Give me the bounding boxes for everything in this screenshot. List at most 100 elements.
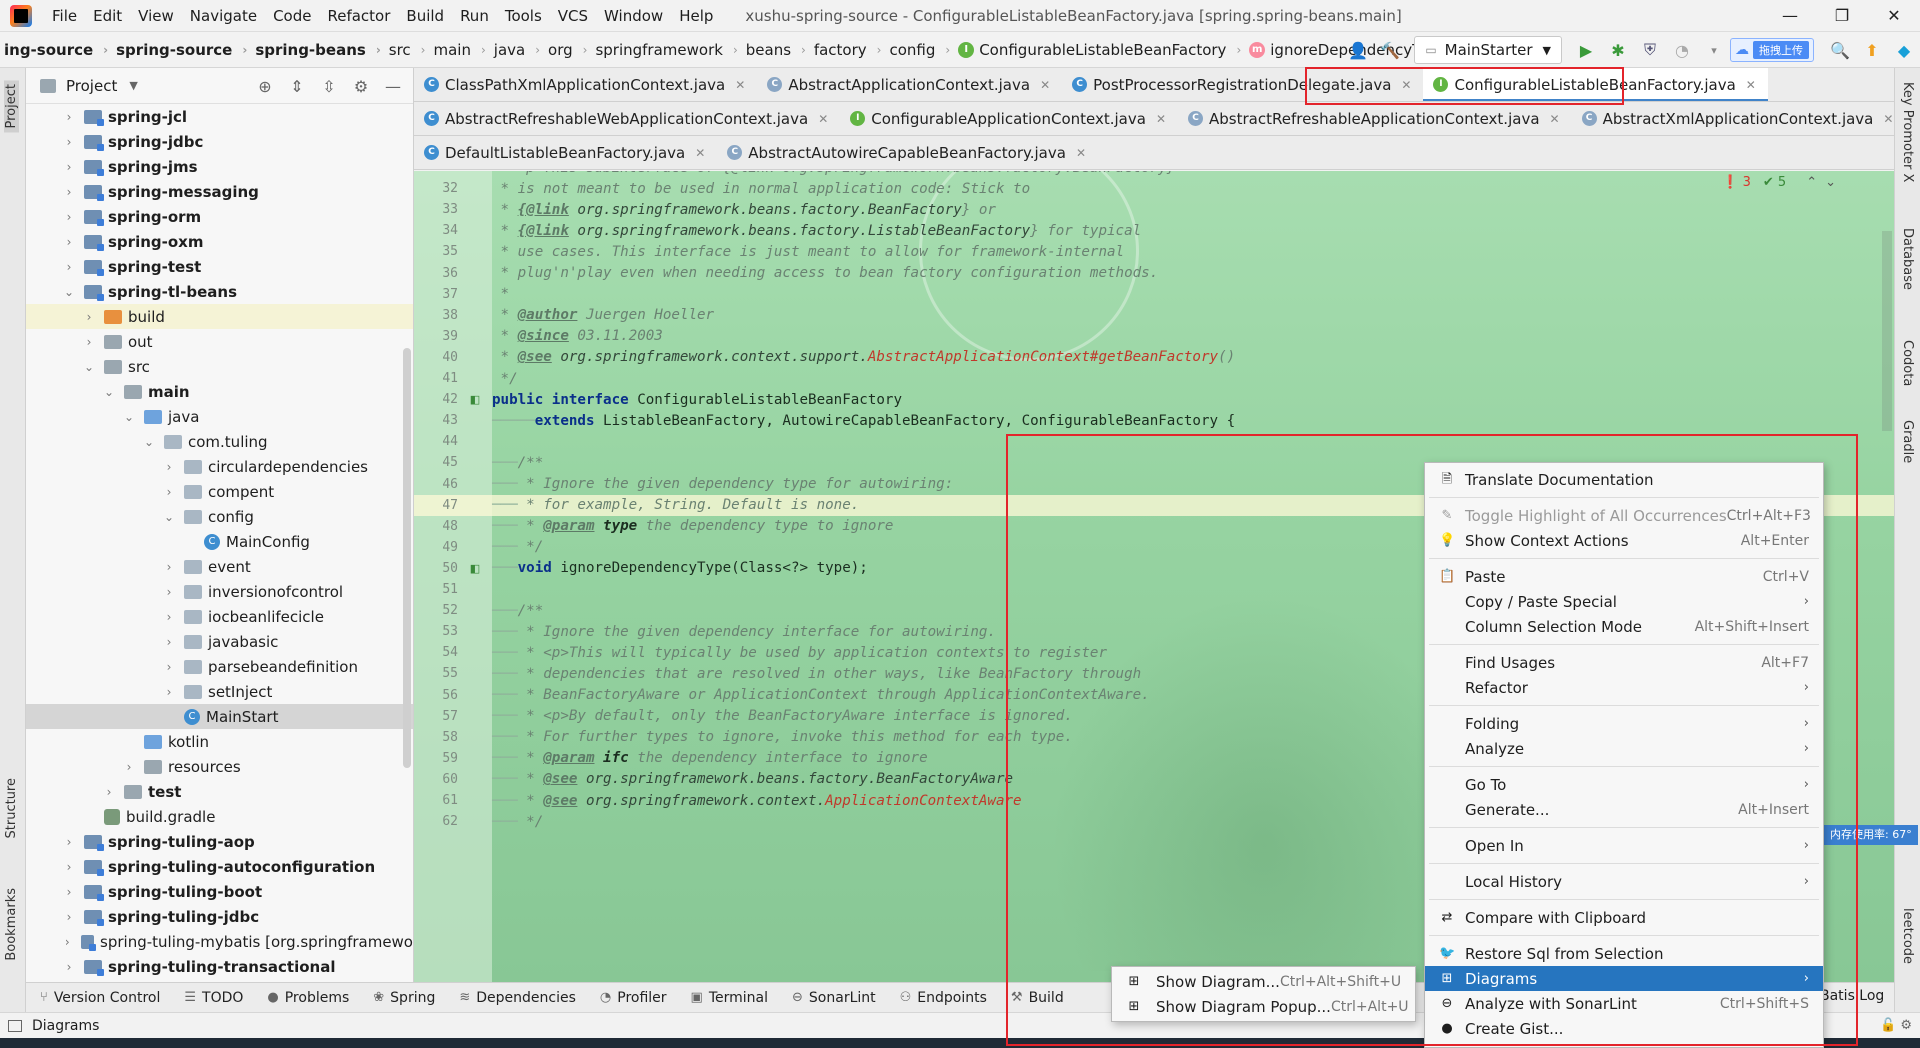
chevron-right-icon[interactable]: › <box>102 785 116 799</box>
tree-item[interactable]: › spring-tuling-aop <box>26 829 413 854</box>
breadcrumb-item[interactable]: ing-source › <box>0 41 112 59</box>
endpoints-tool-button[interactable]: ⚇ Endpoints <box>886 990 997 1006</box>
build-hammer-icon[interactable]: 🔨 <box>1376 36 1404 64</box>
chevron-right-icon[interactable]: › <box>162 660 176 674</box>
chevron-right-icon[interactable]: › <box>122 760 136 774</box>
structure-tool-button[interactable]: Structure <box>4 778 19 838</box>
close-icon[interactable]: ✕ <box>1401 78 1411 92</box>
menu-refactor[interactable]: Refactor <box>319 0 398 32</box>
menu-help[interactable]: Help <box>671 0 721 32</box>
code-line[interactable]: 39 * @since 03.11.2003 <box>414 326 1894 347</box>
menu-run[interactable]: Run <box>452 0 497 32</box>
chevron-right-icon[interactable]: › <box>82 335 96 349</box>
chevron-right-icon[interactable]: › <box>62 885 76 899</box>
tree-item[interactable]: ⌄ src <box>26 354 413 379</box>
menu-item-copy-paste-special[interactable]: Copy / Paste Special › <box>1425 589 1823 614</box>
gear-icon[interactable]: ⚙ <box>345 77 377 96</box>
tree-item[interactable]: › compent <box>26 479 413 504</box>
sonarlint-tool-button[interactable]: ⊖ SonarLint <box>778 990 886 1006</box>
tree-item[interactable]: › iocbeanlifecicle <box>26 604 413 629</box>
menu-edit[interactable]: Edit <box>85 0 130 32</box>
tree-item[interactable]: ⌄ config <box>26 504 413 529</box>
breadcrumb-item[interactable]: config › <box>885 41 954 59</box>
chevron-right-icon[interactable]: › <box>62 935 73 949</box>
breadcrumb-item[interactable]: src › <box>385 41 430 59</box>
menu-item-paste[interactable]: 📋 Paste Ctrl+V <box>1425 564 1823 589</box>
breadcrumb-item[interactable]: springframework › <box>591 41 741 59</box>
chevron-down-icon[interactable]: ⌄ <box>162 510 176 524</box>
tree-item[interactable]: › setInject <box>26 679 413 704</box>
chevron-down-icon[interactable]: ⌄ <box>82 360 96 374</box>
chevron-right-icon[interactable]: › <box>82 310 96 324</box>
tree-item[interactable]: › out <box>26 329 413 354</box>
tree-item[interactable]: ⌄ main <box>26 379 413 404</box>
chevron-right-icon[interactable]: › <box>62 910 76 924</box>
tree-item[interactable]: › spring-tuling-jdbc <box>26 904 413 929</box>
coverage-icon[interactable]: ⛨ <box>1636 36 1664 64</box>
menu-item-find-usages[interactable]: Find Usages Alt+F7 <box>1425 650 1823 675</box>
editor-tab[interactable]: C ClassPathXmlApplicationContext.java ✕ <box>414 68 757 101</box>
editor-tab[interactable]: C DefaultListableBeanFactory.java ✕ <box>414 136 717 169</box>
menu-build[interactable]: Build <box>398 0 452 32</box>
menu-item-compare-with-clipboard[interactable]: ⇄ Compare with Clipboard <box>1425 905 1823 930</box>
tree-item[interactable]: › spring-test <box>26 254 413 279</box>
code-line[interactable]: 33 * {@link org.springframework.beans.fa… <box>414 199 1894 220</box>
chevron-right-icon[interactable]: › <box>162 610 176 624</box>
close-icon[interactable]: ✕ <box>1746 78 1756 92</box>
menu-item-translate-documentation[interactable]: 🗎 Translate Documentation <box>1425 467 1823 492</box>
chevron-down-icon[interactable]: ⌄ <box>122 410 136 424</box>
version-control-tool-button[interactable]: ⑂ Version Control <box>26 990 170 1006</box>
menu-item-column-selection-mode[interactable]: Column Selection Mode Alt+Shift+Insert <box>1425 614 1823 639</box>
close-button[interactable]: ✕ <box>1868 0 1920 32</box>
chevron-right-icon[interactable]: › <box>62 260 76 274</box>
editor-tab[interactable]: C AbstractRefreshableWebApplicationContex… <box>414 102 840 135</box>
editor-tab[interactable]: C AbstractRefreshableApplicationContext.j… <box>1178 102 1572 135</box>
tree-item[interactable]: C MainStart <box>26 704 413 729</box>
profiler-icon[interactable]: ◔ <box>1668 36 1696 64</box>
expand-all-icon[interactable]: ⇕ <box>281 77 313 96</box>
tree-item[interactable]: › parsebeandefinition <box>26 654 413 679</box>
maximize-button[interactable]: ❐ <box>1816 0 1868 32</box>
breadcrumb-item[interactable]: main › <box>429 41 489 59</box>
tree-item[interactable]: › test <box>26 779 413 804</box>
hide-icon[interactable]: — <box>377 77 409 96</box>
terminal-tool-button[interactable]: ▣ Terminal <box>677 990 778 1006</box>
tree-item[interactable]: › event <box>26 554 413 579</box>
chevron-right-icon[interactable]: › <box>62 960 76 974</box>
search-icon[interactable]: 🔍 <box>1826 36 1854 64</box>
chevron-right-icon[interactable]: › <box>62 160 76 174</box>
tree-item[interactable]: › spring-messaging <box>26 179 413 204</box>
tree-item[interactable]: build.gradle <box>26 804 413 829</box>
breadcrumb-item[interactable]: spring-beans › <box>251 41 384 59</box>
close-icon[interactable]: ✕ <box>1550 112 1560 126</box>
tree-item[interactable]: kotlin <box>26 729 413 754</box>
code-line[interactable]: 36 * plug'n'play even when needing acces… <box>414 263 1894 284</box>
tree-item[interactable]: › spring-orm <box>26 204 413 229</box>
chevron-right-icon[interactable]: › <box>162 635 176 649</box>
menu-item-analyze-with-sonarlint[interactable]: ⊖ Analyze with SonarLint Ctrl+Shift+S <box>1425 991 1823 1016</box>
menu-item-restore-sql-from-selection[interactable]: 🐦 Restore Sql from Selection <box>1425 941 1823 966</box>
menu-tools[interactable]: Tools <box>497 0 550 32</box>
key-promoter-tool-button[interactable]: Key Promoter X <box>1900 82 1915 182</box>
tree-item[interactable]: ⌄ spring-tl-beans <box>26 279 413 304</box>
tree-item[interactable]: › spring-tuling-autoconfiguration <box>26 854 413 879</box>
breadcrumb-item[interactable]: spring-source › <box>112 41 251 59</box>
implemented-gutter-icon[interactable]: ◧ <box>458 393 492 406</box>
editor-scrollbar[interactable] <box>1882 231 1892 431</box>
editor-tab[interactable]: C AbstractAutowireCapableBeanFactory.java… <box>717 136 1098 169</box>
tree-item[interactable]: › spring-jdbc <box>26 129 413 154</box>
database-tool-button[interactable]: Database <box>1900 228 1915 290</box>
tree-item[interactable]: › spring-tuling-boot <box>26 879 413 904</box>
menu-item-toggle-highlight-of-all-occurrences[interactable]: ✎ Toggle Highlight of All Occurrences Ctrl… <box>1425 503 1823 528</box>
chevron-down-icon[interactable]: ⌄ <box>62 285 76 299</box>
code-line[interactable]: 32 * is not meant to be used in normal a… <box>414 178 1894 199</box>
project-scrollbar[interactable] <box>403 348 411 768</box>
chevron-down-icon[interactable]: ⌄ <box>142 435 156 449</box>
chevron-right-icon[interactable]: › <box>162 685 176 699</box>
profiler-tool-button[interactable]: ◔ Profiler <box>586 990 677 1006</box>
project-panel-title[interactable]: Project <box>66 77 117 95</box>
chevron-right-icon[interactable]: › <box>62 110 76 124</box>
build-tool-button[interactable]: ⚒ Build <box>997 990 1074 1006</box>
bookmarks-tool-button[interactable]: Bookmarks <box>4 888 19 961</box>
editor-tab[interactable]: C PostProcessorRegistrationDelegate.java ✕ <box>1062 68 1423 101</box>
